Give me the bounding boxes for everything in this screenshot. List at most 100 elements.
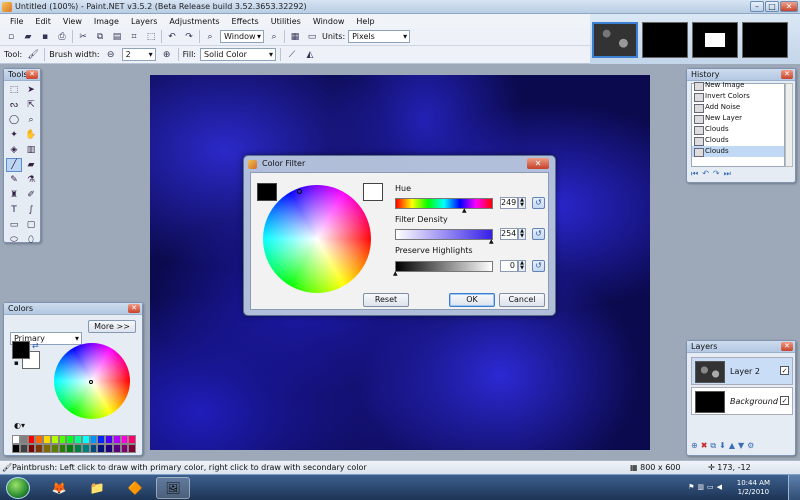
palette-swatch[interactable] — [27, 435, 36, 444]
hue-slider-thumb[interactable]: ▲ — [462, 207, 467, 214]
minimize-button[interactable]: – — [750, 1, 764, 12]
image-thumbnail[interactable] — [742, 22, 788, 58]
hue-value-field[interactable]: 249 — [500, 197, 518, 209]
add-layer-icon[interactable]: ⊕ — [691, 441, 698, 451]
recolor-icon[interactable]: ✐ — [23, 188, 39, 202]
menu-image[interactable]: Image — [88, 17, 125, 26]
ellipse-icon[interactable]: ⬭ — [6, 233, 22, 247]
menu-effects[interactable]: Effects — [226, 17, 265, 26]
move-down-icon[interactable]: ▼ — [738, 441, 744, 451]
density-reset-icon[interactable]: ↺ — [532, 228, 545, 240]
close-icon[interactable]: ✕ — [781, 342, 793, 351]
reset-colors-icon[interactable]: ▪ — [14, 359, 19, 367]
clone-stamp-icon[interactable]: ♜ — [6, 188, 22, 202]
highlights-reset-icon[interactable]: ↺ — [532, 260, 545, 272]
rectangle-select-icon[interactable]: ⬚ — [6, 83, 22, 97]
maximize-button[interactable]: □ — [765, 1, 779, 12]
palette-swatch[interactable] — [12, 444, 20, 453]
image-thumbnail[interactable] — [692, 22, 738, 58]
palette-swatch[interactable] — [43, 444, 51, 453]
palette-swatch[interactable] — [74, 444, 82, 453]
battery-icon[interactable]: ▭ — [707, 483, 714, 491]
cancel-button[interactable]: Cancel — [499, 293, 545, 307]
highlights-spinner[interactable]: ▲ ▼ — [518, 260, 526, 272]
fill-select[interactable]: Solid Color — [200, 48, 276, 61]
color-palette[interactable] — [12, 435, 136, 453]
density-slider-thumb[interactable]: ▲ — [489, 238, 494, 245]
menu-help[interactable]: Help — [350, 17, 380, 26]
duplicate-layer-icon[interactable]: ⧉ — [710, 441, 716, 451]
history-item-selected[interactable]: Clouds — [692, 146, 784, 157]
highlights-slider[interactable] — [395, 261, 493, 272]
history-scrollbar[interactable] — [785, 83, 793, 167]
history-item[interactable]: Clouds — [692, 135, 784, 146]
brush-width-select[interactable]: 2 — [121, 48, 156, 61]
close-button[interactable]: ✕ — [780, 1, 798, 12]
gradient-icon[interactable]: ▥ — [23, 143, 39, 157]
save-icon[interactable]: ▪ — [38, 30, 52, 44]
close-icon[interactable]: ✕ — [781, 70, 793, 79]
ruler-icon[interactable]: ▭ — [305, 30, 319, 44]
network-icon[interactable]: ▥ — [697, 483, 704, 491]
crop-icon[interactable]: ⌗ — [127, 30, 141, 44]
dialog-primary-swatch[interactable] — [257, 183, 277, 201]
layer-row[interactable]: Background ✓ — [691, 387, 793, 415]
palette-swatch[interactable] — [128, 444, 136, 453]
swap-colors-icon[interactable]: ⇄ — [32, 341, 39, 350]
palette-swatch[interactable] — [58, 444, 67, 453]
fast-forward-icon[interactable]: ⏭ — [724, 169, 731, 181]
menu-window[interactable]: Window — [307, 17, 351, 26]
menu-file[interactable]: File — [4, 17, 29, 26]
show-desktop-button[interactable] — [788, 475, 800, 500]
more-colors-button[interactable]: More >> — [88, 320, 136, 333]
layer-visibility-checkbox[interactable]: ✓ — [780, 366, 789, 375]
layer-properties-icon[interactable]: ⚙ — [747, 441, 754, 451]
antialiasing-icon[interactable]: ⟋ — [285, 48, 299, 62]
paintbrush-tool-icon[interactable]: ╱ — [6, 158, 22, 172]
magic-wand-icon[interactable]: ✦ — [6, 128, 22, 142]
dialog-secondary-swatch[interactable] — [363, 183, 383, 201]
palette-swatch[interactable] — [12, 435, 20, 444]
hue-spinner[interactable]: ▲ ▼ — [518, 197, 526, 209]
cut-icon[interactable]: ✂ — [76, 30, 90, 44]
lasso-select-icon[interactable]: ᔓ — [6, 98, 22, 112]
palette-swatch[interactable] — [89, 444, 98, 453]
redo-icon[interactable]: ↷ — [182, 30, 196, 44]
history-item[interactable]: New Image — [692, 80, 784, 91]
undo-icon[interactable]: ↶ — [165, 30, 179, 44]
palette-swatch[interactable] — [35, 444, 43, 453]
brush-increase-icon[interactable]: ⊕ — [160, 48, 174, 62]
palette-swatch[interactable] — [74, 435, 82, 444]
image-thumbnail[interactable] — [642, 22, 688, 58]
dialog-close-button[interactable]: ✕ — [527, 158, 549, 169]
zoom-magnifier-icon[interactable]: ⌕ — [267, 30, 281, 44]
clock[interactable]: 10:44 AM 1/2/2010 — [737, 479, 770, 497]
palette-swatch[interactable] — [81, 435, 90, 444]
palette-swatch[interactable] — [58, 435, 67, 444]
palette-swatch[interactable] — [89, 435, 98, 444]
rectangle-icon[interactable]: ▭ — [6, 218, 22, 232]
grid-icon[interactable]: ▦ — [288, 30, 302, 44]
palette-swatch[interactable] — [81, 444, 90, 453]
palette-swatch[interactable] — [97, 435, 105, 444]
undo-history-icon[interactable]: ↶ — [702, 169, 709, 181]
highlights-value-field[interactable]: 0 — [500, 260, 518, 272]
palette-swatch[interactable] — [105, 435, 113, 444]
palette-swatch[interactable] — [66, 435, 74, 444]
density-slider[interactable] — [395, 229, 493, 240]
text-icon[interactable]: T — [6, 203, 22, 217]
flag-icon[interactable]: ⚑ — [688, 483, 694, 491]
history-item[interactable]: New Layer — [692, 113, 784, 124]
palette-swatch[interactable] — [50, 444, 59, 453]
line-curve-icon[interactable]: ∫ — [23, 203, 39, 217]
move-up-icon[interactable]: ▲ — [729, 441, 735, 451]
palette-swatch[interactable] — [120, 444, 129, 453]
palette-menu-icon[interactable]: ◐▾ — [14, 421, 25, 430]
delete-layer-icon[interactable]: ✖ — [701, 441, 708, 451]
start-button[interactable] — [6, 477, 30, 499]
paintbrush-icon[interactable]: 🖌 — [26, 48, 40, 62]
primary-color-swatch[interactable] — [12, 341, 30, 359]
rounded-rectangle-icon[interactable]: ▢ — [23, 218, 39, 232]
print-icon[interactable]: ⎙ — [55, 30, 69, 44]
pencil-icon[interactable]: ✎ — [6, 173, 22, 187]
